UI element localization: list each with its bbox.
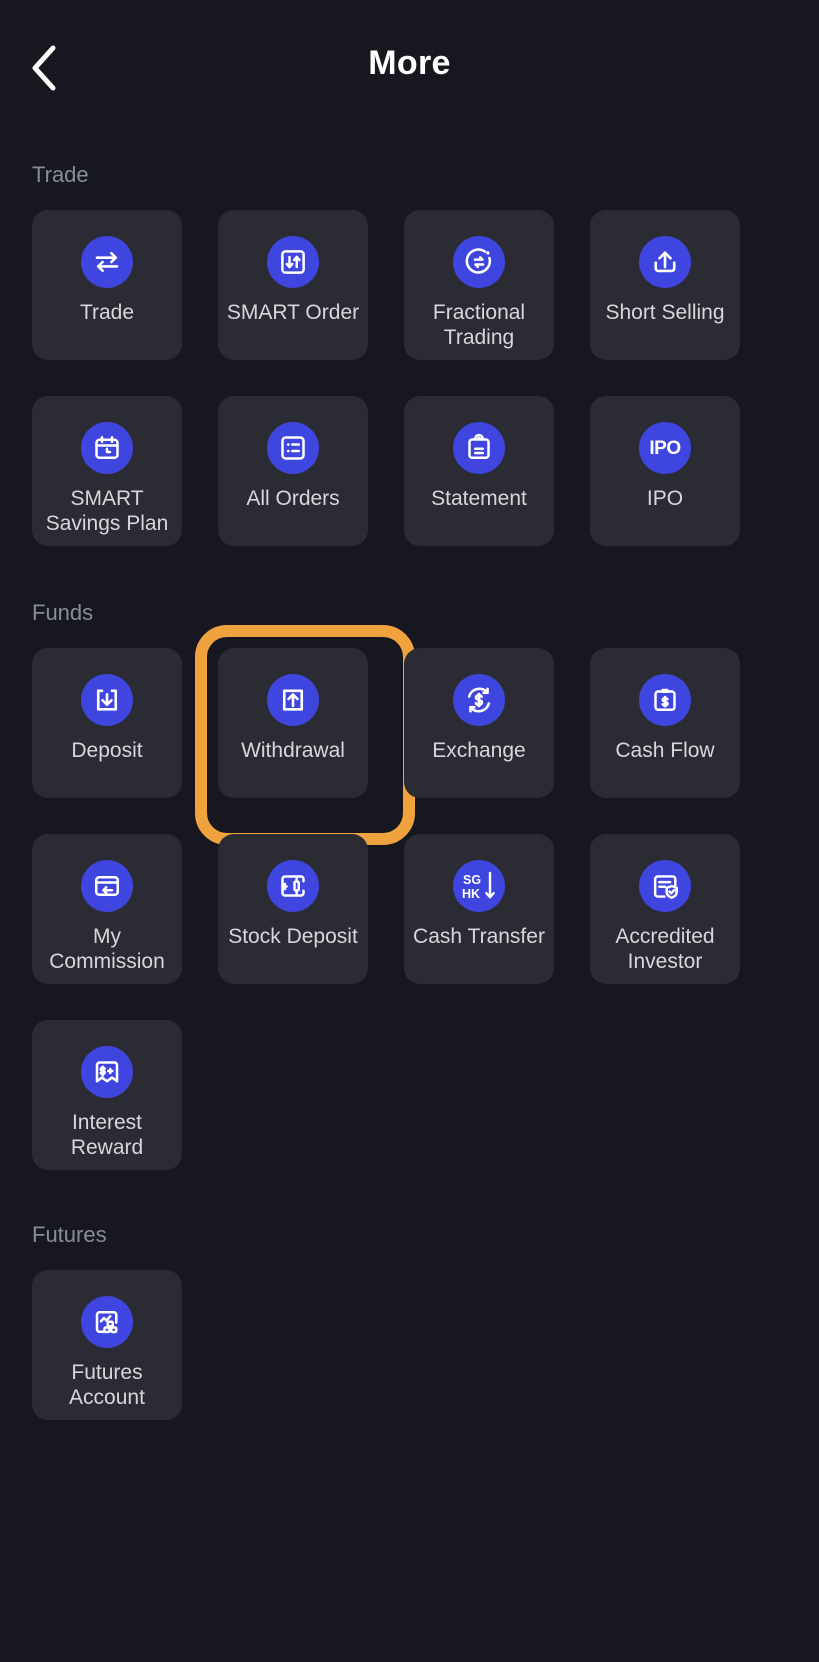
tile-label: Trade (79, 301, 135, 324)
section-funds: Funds Deposit Withdrawal Exchange Cash F… (0, 600, 819, 1170)
calendar-clock-icon (81, 422, 133, 474)
tile-label: SMART Savings Plan (45, 487, 169, 535)
tile-label: SMART Order (226, 301, 360, 324)
list-icon (267, 422, 319, 474)
section-trade: Trade Trade SMART Order Fractional Tradi… (0, 162, 819, 546)
tile-label: Cash Flow (615, 739, 715, 762)
tile-withdrawal[interactable]: Withdrawal (195, 625, 415, 845)
ipo-text-icon: IPO (639, 422, 691, 474)
download-tray-icon (81, 674, 133, 726)
tile-futures-account[interactable]: Futures Account (32, 1270, 182, 1420)
tile-interest-reward[interactable]: Interest Reward (32, 1020, 182, 1170)
tile-label: Stock Deposit (228, 925, 358, 948)
tile-cash-transfer[interactable]: SG HK Cash Transfer (404, 834, 554, 984)
tile-label: Futures Account (69, 1361, 145, 1409)
stock-transfer-icon (267, 860, 319, 912)
section-futures: Futures Futures Account (0, 1222, 819, 1420)
tile-label: Cash Transfer (413, 925, 545, 948)
tile-short-selling[interactable]: Short Selling (590, 210, 740, 360)
tile-label: Withdrawal (241, 739, 345, 762)
tile-label: Fractional Trading (432, 301, 526, 349)
fractional-circle-icon (453, 236, 505, 288)
tile-trade[interactable]: Trade (32, 210, 182, 360)
chart-blocks-icon (81, 1296, 133, 1348)
trade-grid: Trade SMART Order Fractional Trading Sho… (32, 210, 787, 546)
tile-label: Statement (431, 487, 527, 510)
upload-tray-icon (639, 236, 691, 288)
tile-label: Exchange (432, 739, 526, 762)
tile-label: Accredited Investor (615, 925, 715, 973)
svg-text:SG: SG (463, 873, 481, 887)
tile-label: Short Selling (605, 301, 725, 324)
upload-box-icon (267, 674, 319, 726)
tile-my-commission[interactable]: My Commission (32, 834, 182, 984)
tile-ipo[interactable]: IPO IPO (590, 396, 740, 546)
clipboard-lines-icon (453, 422, 505, 474)
svg-text:HK: HK (462, 887, 480, 901)
clipboard-dollar-icon (639, 674, 691, 726)
sg-hk-arrow-icon: SG HK (453, 860, 505, 912)
app-header: More (0, 0, 819, 138)
futures-grid: Futures Account (32, 1270, 787, 1420)
transfer-arrows-icon (81, 236, 133, 288)
document-shield-check-icon (639, 860, 691, 912)
tile-stock-deposit[interactable]: Stock Deposit (218, 834, 368, 984)
tile-accredited-investor[interactable]: Accredited Investor (590, 834, 740, 984)
tile-label: IPO (646, 487, 684, 510)
tile-smart-order[interactable]: SMART Order (218, 210, 368, 360)
tile-label: My Commission (49, 925, 165, 973)
section-title-trade: Trade (32, 162, 89, 187)
currency-exchange-icon (453, 674, 505, 726)
tile-label: Deposit (71, 739, 143, 762)
tile-label: All Orders (246, 487, 340, 510)
card-return-icon (81, 860, 133, 912)
tile-all-orders[interactable]: All Orders (218, 396, 368, 546)
section-title-funds: Funds (32, 600, 94, 625)
smart-order-icon (267, 236, 319, 288)
tile-cash-flow[interactable]: Cash Flow (590, 648, 740, 798)
tile-smart-savings-plan[interactable]: SMART Savings Plan (32, 396, 182, 546)
section-title-futures: Futures (32, 1222, 107, 1247)
tile-exchange[interactable]: Exchange (404, 648, 554, 798)
tile-fractional-trading[interactable]: Fractional Trading (404, 210, 554, 360)
funds-grid: Deposit Withdrawal Exchange Cash Flow My… (32, 625, 787, 1170)
page-title: More (368, 44, 451, 82)
tile-statement[interactable]: Statement (404, 396, 554, 546)
ipo-icon-text: IPO (649, 437, 681, 459)
banner-dollar-plus-icon (81, 1046, 133, 1098)
tile-deposit[interactable]: Deposit (32, 648, 182, 798)
more-screen: More Trade Trade SMART Order Fractional … (0, 0, 819, 1662)
tile-label: Interest Reward (70, 1111, 144, 1159)
